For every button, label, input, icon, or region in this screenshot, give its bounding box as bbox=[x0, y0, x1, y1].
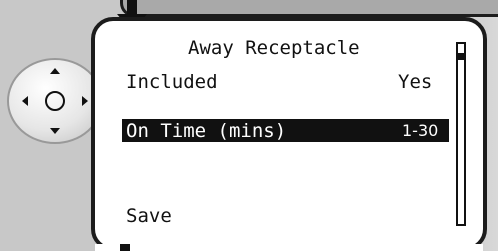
scroll-thumb[interactable] bbox=[458, 53, 464, 60]
scrollbar[interactable] bbox=[456, 42, 466, 226]
save-button[interactable]: Save bbox=[126, 205, 172, 227]
device-top-bar bbox=[120, 0, 498, 17]
screen-title: Away Receptacle bbox=[188, 37, 360, 59]
included-value[interactable]: Yes bbox=[398, 71, 432, 93]
on-time-label[interactable]: On Time (mins) bbox=[126, 120, 286, 142]
bottom-marker bbox=[120, 244, 130, 251]
directional-pad-icon[interactable] bbox=[6, 57, 104, 145]
screen-bottom-edge bbox=[95, 244, 483, 251]
included-label[interactable]: Included bbox=[126, 71, 218, 93]
on-time-value[interactable]: 1-30 bbox=[402, 121, 438, 141]
